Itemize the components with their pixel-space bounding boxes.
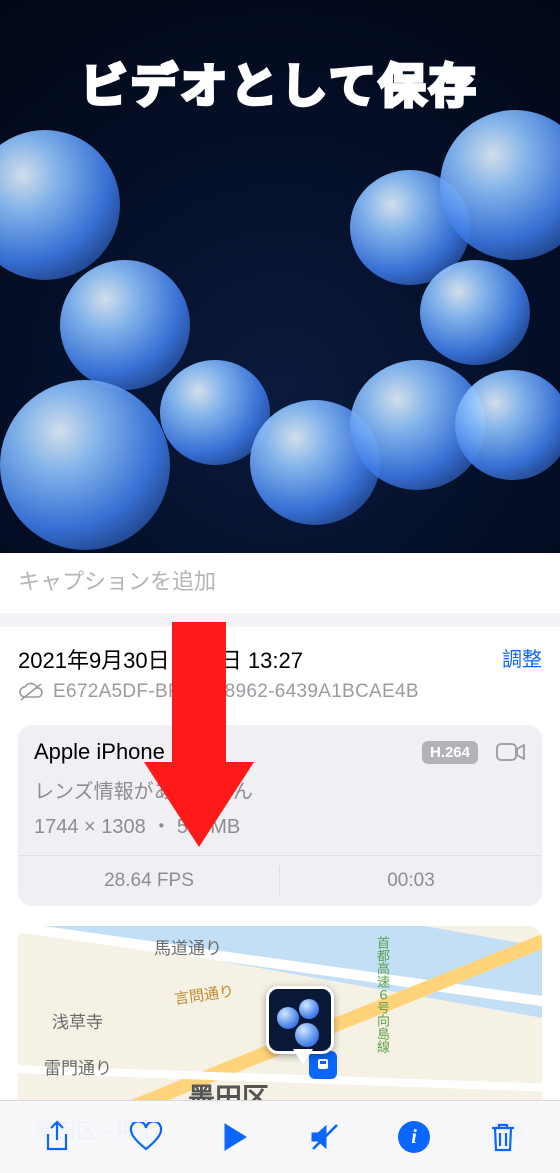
video-icon xyxy=(496,741,526,763)
train-station-icon xyxy=(309,1051,337,1079)
lens-info: レンズ情報がありません xyxy=(18,775,542,810)
capture-datetime: 2021年9月30日 木曜日 13:27 xyxy=(18,643,303,675)
map-poi-label: 浅草寺 xyxy=(52,1008,103,1033)
media-preview[interactable]: ビデオとして保存 xyxy=(0,0,560,553)
codec-badge: H.264 xyxy=(422,741,478,764)
info-button[interactable]: i xyxy=(388,1111,440,1163)
caption-row xyxy=(0,553,560,613)
caption-input[interactable] xyxy=(18,569,542,595)
file-identifier: E672A5DF-BF 320-8962-6439A1BCAE4B xyxy=(53,681,419,703)
delete-button[interactable] xyxy=(477,1111,529,1163)
adjust-datetime-button[interactable]: 調整 xyxy=(502,643,542,672)
map-thumbnail[interactable]: 馬道通り 浅草寺 雷門通り 言問通り 首都高速６号向島線 墨田区 xyxy=(18,926,542,1101)
map-highway-label: 首都高速６号向島線 xyxy=(373,936,392,1053)
dimensions-size: 1744 × 1308 ・ 5.3 MB xyxy=(18,810,542,855)
metadata-section: 2021年9月30日 木曜日 13:27 調整 E672A5DF-BF 320-… xyxy=(0,627,560,906)
annotation-title: ビデオとして保存 xyxy=(0,50,560,116)
share-button[interactable] xyxy=(31,1111,83,1163)
map-road-label: 言問通り xyxy=(173,980,235,1009)
map-road-label: 雷門通り xyxy=(44,1054,112,1079)
map-area-label: 墨田区 xyxy=(188,1076,269,1101)
bottom-toolbar: i xyxy=(0,1100,560,1173)
info-icon: i xyxy=(398,1121,430,1153)
duration-value: 00:03 xyxy=(280,856,542,906)
cloud-off-icon xyxy=(18,682,44,702)
device-model: Apple iPhone ax xyxy=(34,739,412,765)
play-button[interactable] xyxy=(209,1111,261,1163)
map-photo-pin[interactable] xyxy=(266,986,334,1054)
favorite-button[interactable] xyxy=(120,1111,172,1163)
map-road-label: 馬道通り xyxy=(154,934,222,959)
fps-value: 28.64 FPS xyxy=(18,856,280,906)
device-info-card: Apple iPhone ax H.264 レンズ情報がありません 1744 ×… xyxy=(18,725,542,906)
mute-button[interactable] xyxy=(299,1111,351,1163)
